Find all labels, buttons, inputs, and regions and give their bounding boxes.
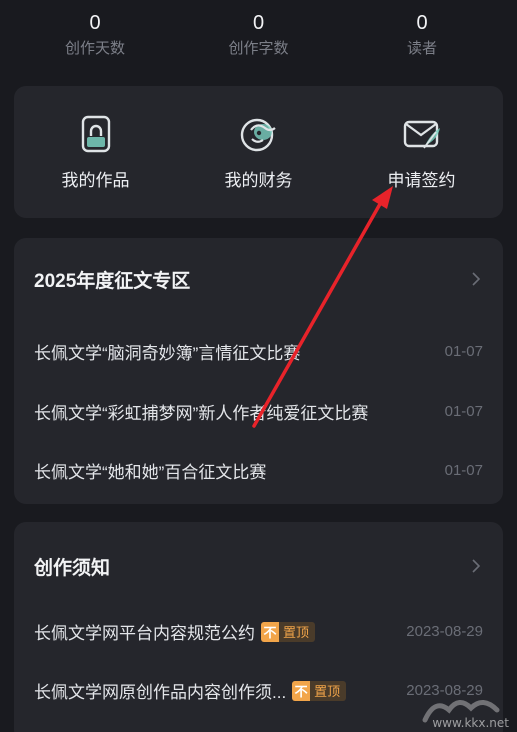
list-item[interactable]: 长佩文学“她和她”百合征文比赛 01-07 xyxy=(34,441,483,501)
finance-icon xyxy=(240,118,276,152)
shortcut-label: 我的财务 xyxy=(224,171,293,190)
section-title: 创作须知 xyxy=(34,557,111,579)
my-finance-button[interactable]: 我的财务 xyxy=(177,86,340,218)
stat-readers[interactable]: 0 读者 xyxy=(367,8,477,70)
item-title: 长佩文学网原创作品内容创作须... xyxy=(34,683,287,702)
stats-row: 0 创作天数 0 创作字数 0 读者 xyxy=(0,8,517,70)
item-date: 2023-08-29 xyxy=(406,623,483,640)
notice-section: 创作须知 长佩文学网平台内容规范公约 不 置顶 2023-08-29 长佩文学网… xyxy=(14,522,503,732)
stat-label: 创作字数 xyxy=(228,40,289,57)
shortcut-label: 我的作品 xyxy=(61,171,130,190)
stat-word-count[interactable]: 0 创作字数 xyxy=(204,8,314,70)
list-item[interactable]: 长佩文学网平台内容规范公约 不 置顶 2023-08-29 xyxy=(34,602,483,661)
contest-section: 2025年度征文专区 长佩文学“脑洞奇妙簿”言情征文比赛 01-07 长佩文学“… xyxy=(14,238,503,504)
item-date: 2023-08-29 xyxy=(406,682,483,699)
contest-list: 长佩文学“脑洞奇妙簿”言情征文比赛 01-07 长佩文学“彩虹捕梦网”新人作者纯… xyxy=(34,322,483,501)
pin-icon: 不 xyxy=(292,680,311,701)
stat-value: 0 xyxy=(416,12,428,34)
item-main: 长佩文学网平台内容规范公约 不 置顶 xyxy=(34,619,316,644)
stat-value: 0 xyxy=(89,12,101,34)
pinned-badge: 不 置顶 xyxy=(261,621,316,642)
contract-envelope-icon xyxy=(403,120,440,149)
notice-header[interactable]: 创作须知 xyxy=(34,551,483,581)
item-date: 01-07 xyxy=(444,462,483,480)
item-date: 01-07 xyxy=(444,402,483,420)
shortcut-label: 申请签约 xyxy=(387,171,456,190)
item-title: 长佩文学“彩虹捕梦网”新人作者纯爱征文比赛 xyxy=(34,403,369,423)
item-title: 长佩文学“脑洞奇妙簿”言情征文比赛 xyxy=(34,344,301,364)
chevron-right-icon[interactable] xyxy=(469,559,483,573)
shortcut-card: 我的作品 我的财务 申请签约 xyxy=(14,86,503,218)
works-book-icon xyxy=(81,115,110,153)
stat-value: 0 xyxy=(252,12,265,34)
item-title: 长佩文学网平台内容规范公约 xyxy=(34,624,255,643)
list-item[interactable]: 长佩文学“彩虹捕梦网”新人作者纯爱征文比赛 01-07 xyxy=(34,382,483,442)
item-title: 长佩文学“她和她”百合征文比赛 xyxy=(34,463,267,483)
pin-label: 置顶 xyxy=(283,625,310,640)
notice-list: 长佩文学网平台内容规范公约 不 置顶 2023-08-29 长佩文学网原创作品内… xyxy=(34,602,483,720)
section-title: 2025年度征文专区 xyxy=(34,270,191,292)
stat-label: 创作天数 xyxy=(64,40,125,57)
stat-writing-days[interactable]: 0 创作天数 xyxy=(40,8,150,70)
pinned-badge: 不 置顶 xyxy=(292,680,347,701)
list-item[interactable]: 长佩文学网原创作品内容创作须... 不 置顶 2023-08-29 xyxy=(34,661,483,720)
apply-contract-button[interactable]: 申请签约 xyxy=(340,86,503,218)
contest-header[interactable]: 2025年度征文专区 xyxy=(34,264,483,294)
stat-label: 读者 xyxy=(406,40,437,57)
item-date: 01-07 xyxy=(444,343,483,361)
author-center-page: 0 创作天数 0 创作字数 0 读者 我的作品 我的财务 申请签约 2025年度… xyxy=(0,0,517,732)
pin-icon: 不 xyxy=(261,621,279,642)
chevron-right-icon[interactable] xyxy=(469,272,483,286)
my-works-button[interactable]: 我的作品 xyxy=(14,86,177,218)
pin-label: 置顶 xyxy=(314,684,341,699)
list-item[interactable]: 长佩文学“脑洞奇妙簿”言情征文比赛 01-07 xyxy=(34,322,483,382)
item-main: 长佩文学网原创作品内容创作须... 不 置顶 xyxy=(34,678,347,703)
